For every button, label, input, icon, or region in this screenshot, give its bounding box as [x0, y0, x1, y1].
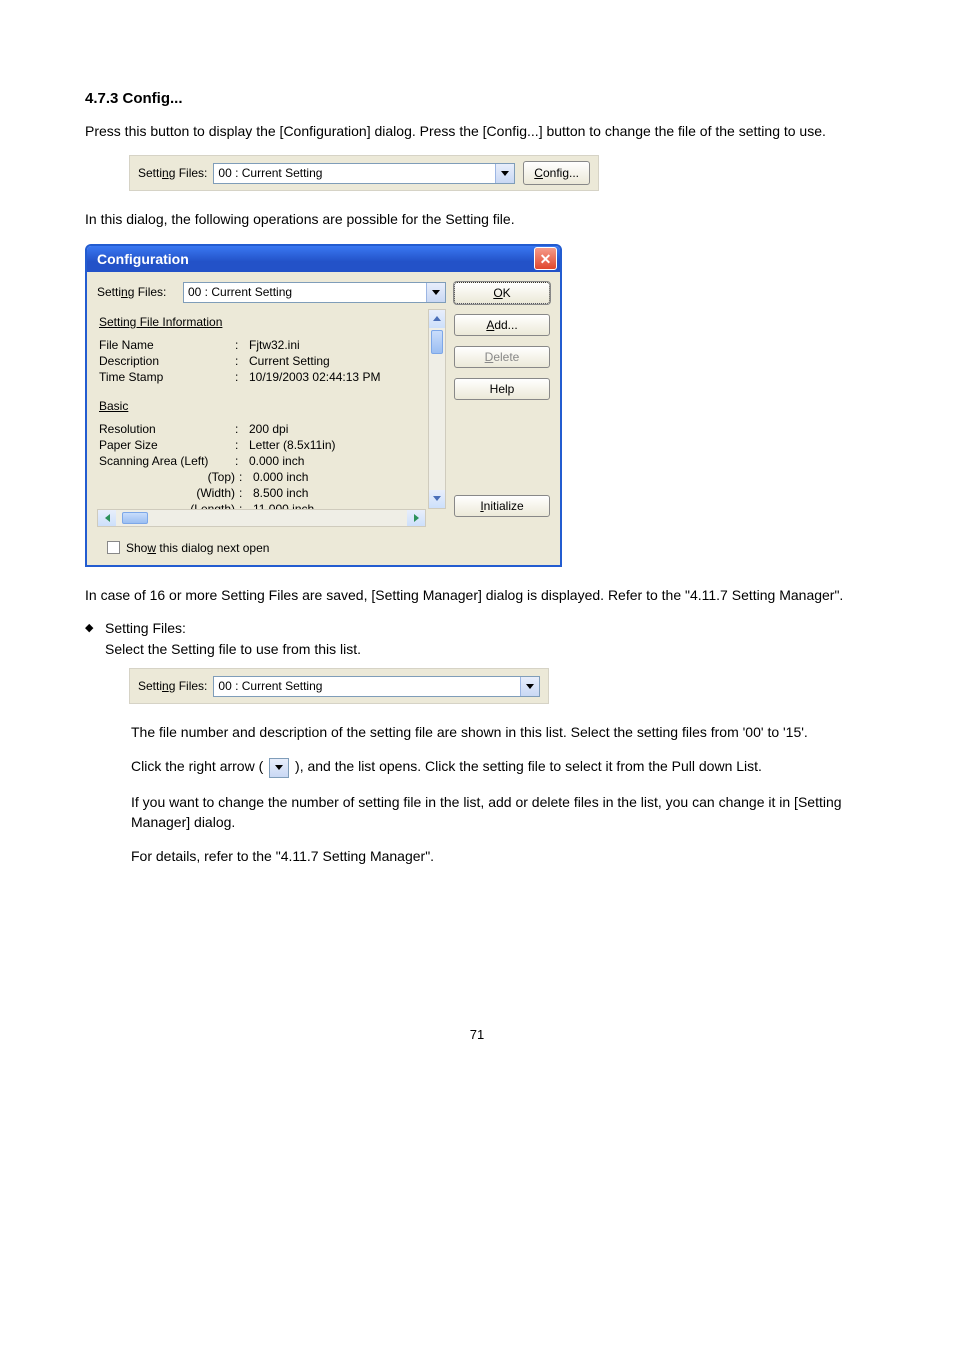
para3: If you want to change the number of sett…	[131, 792, 869, 833]
section-basic: Basic	[99, 399, 426, 413]
scroll-left-icon[interactable]	[98, 510, 116, 526]
dialog-intro-text: In this dialog, the following operations…	[85, 209, 869, 229]
note-text: In case of 16 or more Setting Files are …	[85, 585, 869, 605]
intro-text: Press this button to display the [Config…	[85, 121, 869, 141]
dlg-combo-value: 00 : Current Setting	[184, 283, 426, 302]
kv-file-name: File Name:Fjtw32.ini	[99, 337, 426, 353]
setting-files-combo-2[interactable]: 00 : Current Setting	[213, 676, 540, 697]
vertical-scrollbar[interactable]	[428, 309, 446, 509]
close-icon: ✕	[540, 252, 552, 266]
setting-files-label: Setting Files:	[138, 166, 207, 180]
dlg-setting-label: Setting Files:	[97, 285, 177, 299]
section-heading: 4.7.3 Config...	[85, 90, 869, 107]
section-file-info: Setting File Information	[99, 315, 426, 329]
scroll-thumb[interactable]	[431, 330, 443, 354]
figure-setting-row-2: Setting Files: 00 : Current Setting	[129, 668, 549, 704]
item-desc: Select the Setting file to use from this…	[105, 640, 361, 660]
kv-top: (Top):0.000 inch	[99, 469, 426, 485]
para4: For details, refer to the "4.11.7 Settin…	[131, 846, 869, 866]
config-button[interactable]: Config...	[523, 161, 590, 185]
para1: The file number and description of the s…	[131, 722, 869, 742]
kv-description: Description:Current Setting	[99, 353, 426, 369]
kv-length: (Length):11.000 inch	[99, 501, 426, 509]
setting-files-combo[interactable]: 00 : Current Setting	[213, 163, 515, 184]
combo-value: 00 : Current Setting	[214, 164, 495, 183]
page-number: 71	[85, 1027, 869, 1042]
kv-paper: Paper Size:Letter (8.5x11in)	[99, 437, 426, 453]
chevron-down-icon[interactable]	[520, 677, 539, 696]
horizontal-scrollbar[interactable]	[97, 509, 426, 527]
checkbox-label: Show this dialog next open	[126, 541, 269, 555]
ok-button[interactable]: OK	[454, 282, 550, 304]
delete-button: Delete	[454, 346, 550, 368]
info-panel: Setting File Information File Name:Fjtw3…	[97, 309, 446, 527]
close-button[interactable]: ✕	[534, 247, 557, 270]
show-next-open-row[interactable]: Show this dialog next open	[87, 537, 560, 565]
kv-width: (Width):8.500 inch	[99, 485, 426, 501]
item-heading: Setting Files:	[105, 619, 361, 639]
kv-timestamp: Time Stamp:10/19/2003 02:44:13 PM	[99, 369, 426, 385]
para2: Click the right arrow ( ), and the list …	[131, 756, 869, 777]
diamond-bullet-icon: ◆	[85, 619, 105, 637]
dlg-setting-combo[interactable]: 00 : Current Setting	[183, 282, 446, 303]
scroll-up-icon[interactable]	[429, 310, 445, 328]
scroll-hthumb[interactable]	[122, 512, 148, 524]
scroll-down-icon[interactable]	[429, 490, 445, 508]
dialog-titlebar: Configuration ✕	[87, 246, 560, 272]
figure-setting-row: Setting Files: 00 : Current Setting Conf…	[129, 155, 599, 191]
setting-files-label-2: Setting Files:	[138, 679, 207, 693]
chevron-down-icon	[269, 758, 289, 778]
help-button[interactable]: Help	[454, 378, 550, 400]
kv-area-left: Scanning Area (Left):0.000 inch	[99, 453, 426, 469]
dialog-title: Configuration	[97, 251, 189, 267]
chevron-down-icon[interactable]	[426, 283, 445, 302]
initialize-button[interactable]: Initialize	[454, 495, 550, 517]
combo-value-2: 00 : Current Setting	[214, 677, 520, 696]
kv-resolution: Resolution:200 dpi	[99, 421, 426, 437]
checkbox-icon[interactable]	[107, 541, 120, 554]
scroll-right-icon[interactable]	[407, 510, 425, 526]
chevron-down-icon[interactable]	[495, 164, 514, 183]
configuration-dialog: Configuration ✕ Setting Files: 00 : Curr…	[85, 244, 562, 567]
add-button[interactable]: Add...	[454, 314, 550, 336]
